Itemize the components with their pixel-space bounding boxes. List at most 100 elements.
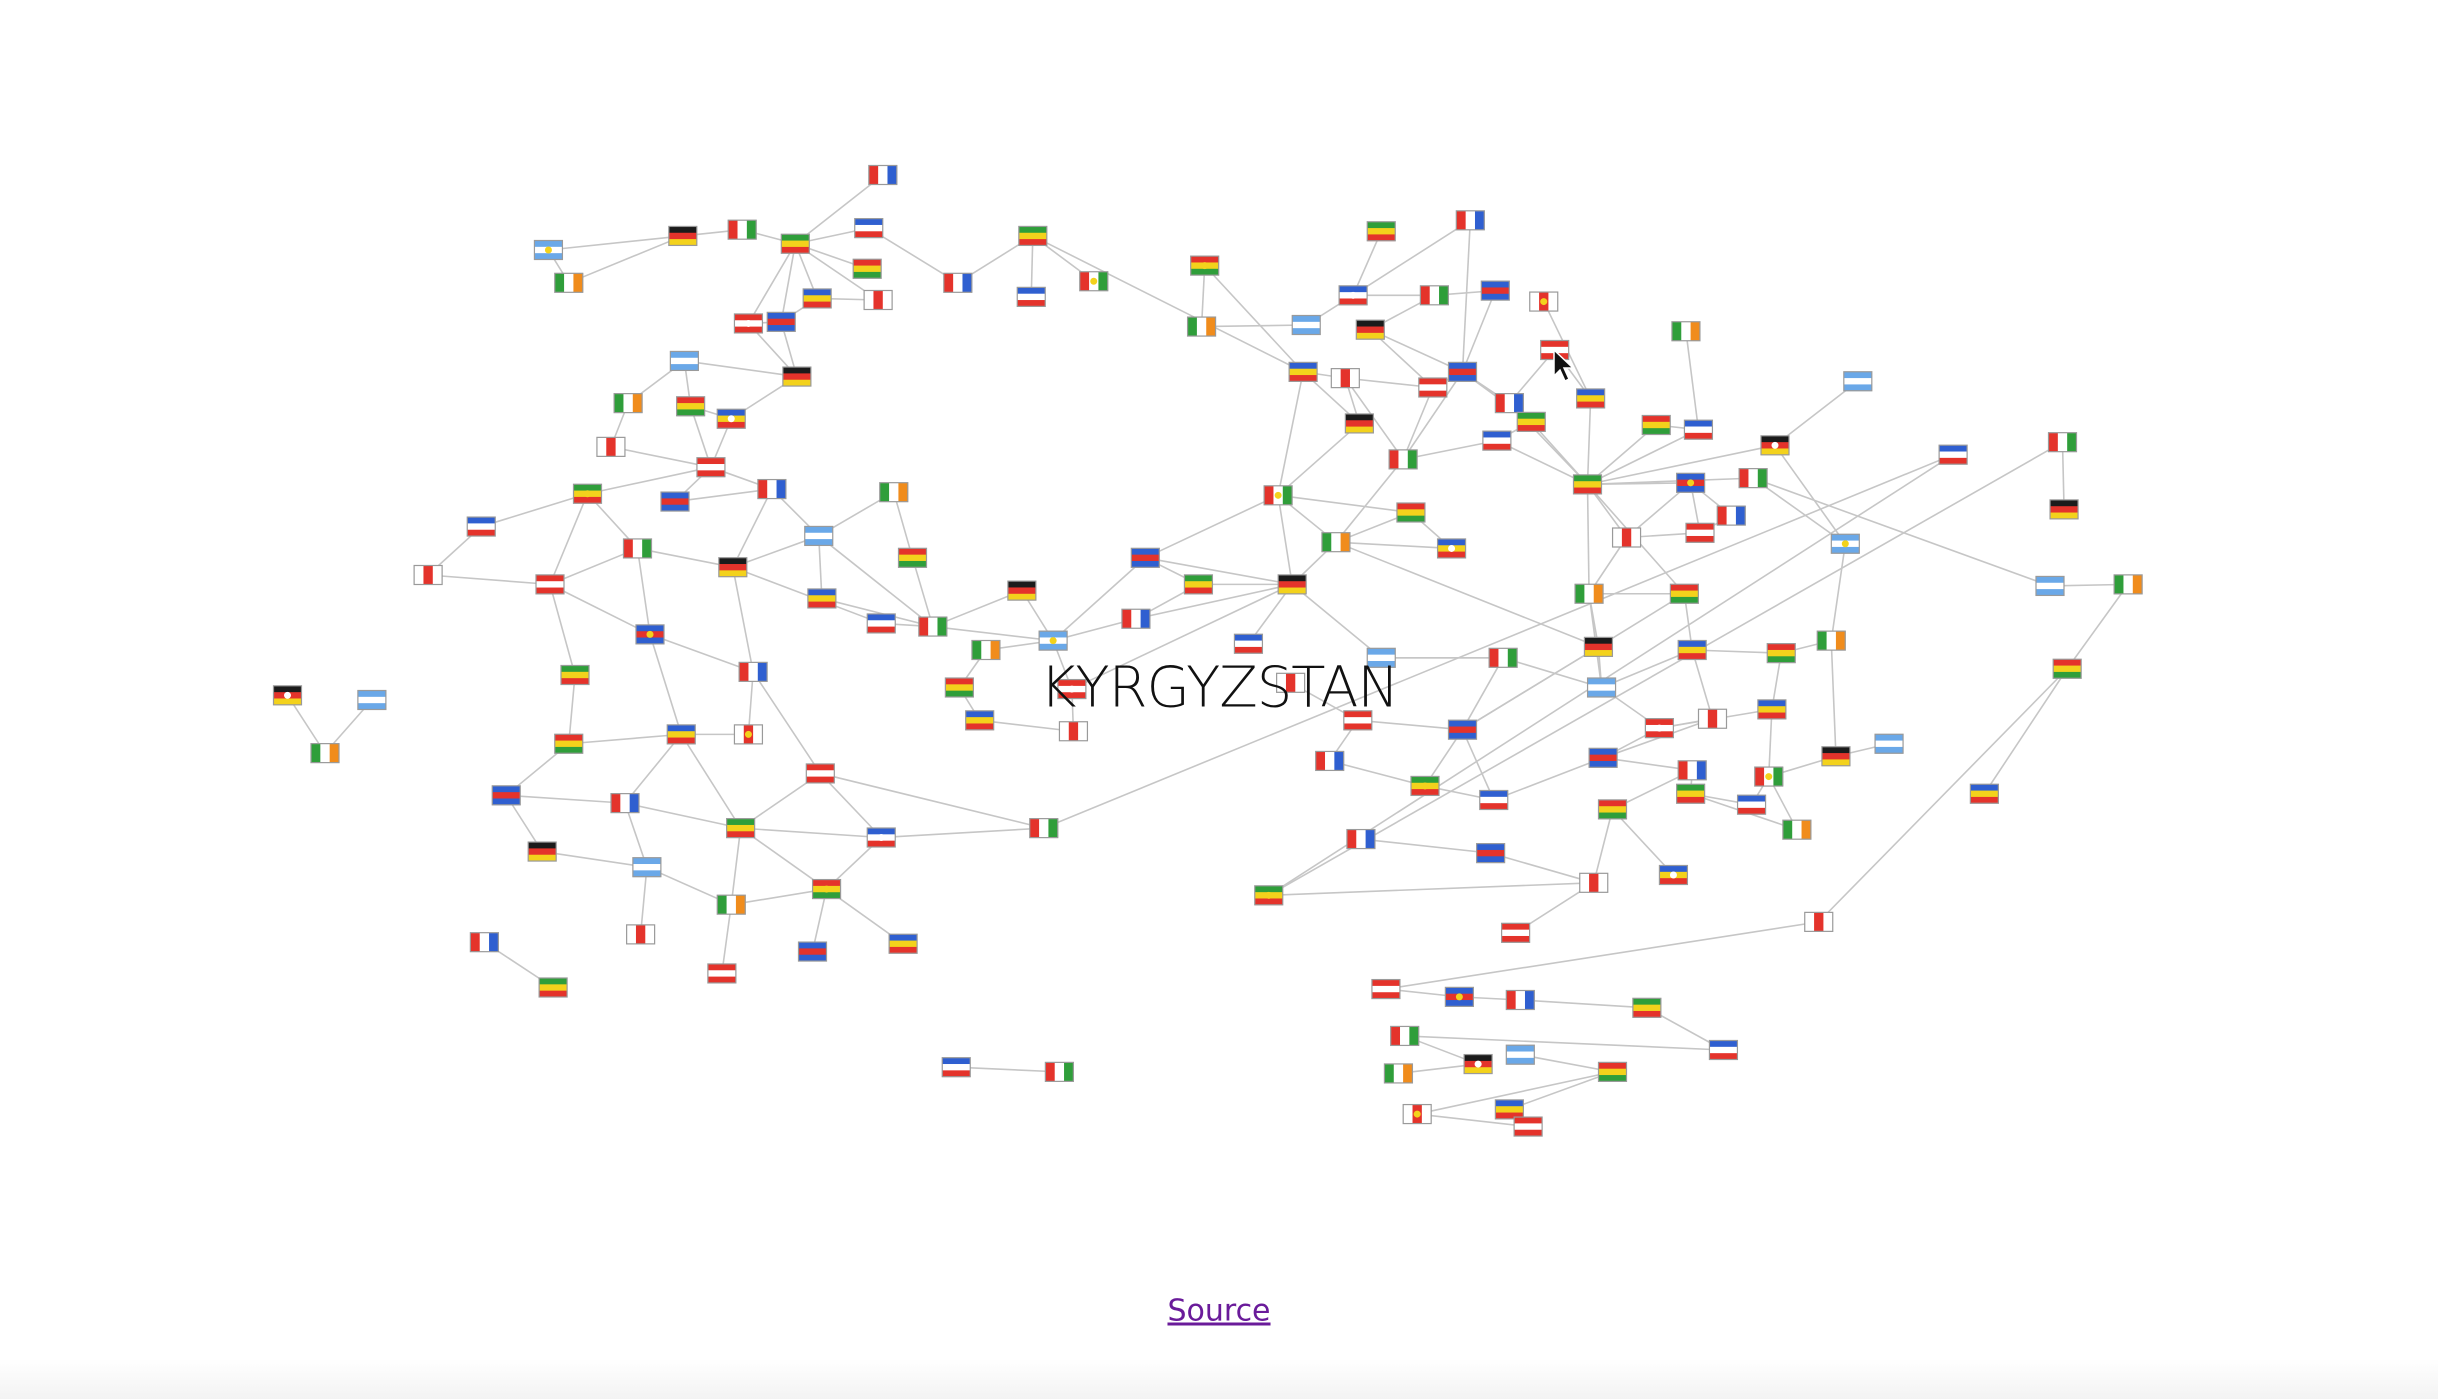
country-flag-node[interactable] xyxy=(1641,414,1671,436)
country-flag-node[interactable] xyxy=(1291,314,1321,336)
country-flag-node[interactable] xyxy=(716,894,746,915)
country-flag-node[interactable] xyxy=(1482,430,1512,451)
country-flag-node[interactable] xyxy=(1366,647,1396,668)
country-flag-node[interactable] xyxy=(1874,733,1904,754)
country-flag-node[interactable] xyxy=(1677,760,1707,781)
country-neighbor-graph[interactable] xyxy=(0,0,2438,1399)
country-flag-node[interactable] xyxy=(2052,658,2082,679)
country-flag-node[interactable] xyxy=(1288,361,1318,382)
country-flag-node[interactable] xyxy=(1821,746,1851,767)
country-flag-node[interactable] xyxy=(613,393,643,414)
country-flag-node[interactable] xyxy=(626,924,656,945)
country-flag-node[interactable] xyxy=(944,677,974,698)
country-flag-node[interactable] xyxy=(1447,719,1478,740)
country-flag-node[interactable] xyxy=(1597,1061,1628,1082)
country-flag-node[interactable] xyxy=(866,613,896,634)
country-flag-node[interactable] xyxy=(811,878,842,900)
country-flag-node[interactable] xyxy=(1190,255,1220,276)
country-flag-node[interactable] xyxy=(1716,505,1746,526)
country-flag-node[interactable] xyxy=(1738,468,1768,489)
country-flag-node[interactable] xyxy=(718,557,748,578)
country-flag-node[interactable] xyxy=(1463,1053,1493,1075)
country-flag-node[interactable] xyxy=(1186,316,1217,337)
country-flag-node[interactable] xyxy=(854,218,884,239)
country-flag-node[interactable] xyxy=(632,857,662,878)
country-flag-node[interactable] xyxy=(668,225,698,247)
country-flag-node[interactable] xyxy=(554,272,584,293)
country-flag-node[interactable] xyxy=(1708,1039,1739,1061)
country-flag-node[interactable] xyxy=(1344,413,1374,434)
country-flag-node[interactable] xyxy=(1480,280,1510,301)
country-flag-node[interactable] xyxy=(1057,678,1087,700)
country-flag-node[interactable] xyxy=(2035,575,2065,597)
country-flag-node[interactable] xyxy=(1121,608,1151,629)
country-flag-node[interactable] xyxy=(491,785,521,806)
country-flag-node[interactable] xyxy=(868,164,898,186)
country-flag-node[interactable] xyxy=(1383,1063,1414,1084)
country-flag-node[interactable] xyxy=(554,733,584,754)
country-flag-node[interactable] xyxy=(1644,718,1674,739)
country-flag-node[interactable] xyxy=(1321,532,1351,553)
country-flag-node[interactable] xyxy=(1754,766,1784,787)
country-flag-node[interactable] xyxy=(1586,677,1617,698)
country-flag-node[interactable] xyxy=(1658,864,1689,886)
country-flag-node[interactable] xyxy=(1330,368,1360,389)
country-flag-node[interactable] xyxy=(1018,225,1048,247)
country-flag-node[interactable] xyxy=(1488,647,1518,668)
country-flag-node[interactable] xyxy=(780,233,810,254)
country-flag-node[interactable] xyxy=(533,239,564,261)
country-flag-node[interactable] xyxy=(1804,911,1834,932)
country-flag-node[interactable] xyxy=(716,408,746,429)
country-flag-node[interactable] xyxy=(797,941,828,962)
country-flag-node[interactable] xyxy=(2113,574,2143,595)
country-flag-node[interactable] xyxy=(1676,783,1706,804)
country-flag-node[interactable] xyxy=(1588,747,1618,768)
country-flag-node[interactable] xyxy=(1760,435,1790,456)
country-flag-node[interactable] xyxy=(766,311,796,332)
country-flag-node[interactable] xyxy=(738,661,768,682)
country-flag-node[interactable] xyxy=(1130,547,1160,568)
country-flag-node[interactable] xyxy=(1685,522,1715,543)
country-flag-node[interactable] xyxy=(1276,672,1306,693)
country-flag-node[interactable] xyxy=(1277,574,1307,595)
country-flag-node[interactable] xyxy=(1315,750,1345,772)
country-flag-node[interactable] xyxy=(272,685,303,706)
country-flag-node[interactable] xyxy=(310,743,340,764)
country-flag-node[interactable] xyxy=(669,350,699,372)
country-flag-node[interactable] xyxy=(469,932,499,953)
country-flag-node[interactable] xyxy=(1505,1044,1535,1065)
country-flag-node[interactable] xyxy=(1029,818,1059,839)
country-flag-node[interactable] xyxy=(1390,1025,1420,1047)
country-flag-node[interactable] xyxy=(1677,639,1707,661)
country-flag-node[interactable] xyxy=(1476,843,1506,864)
country-flag-node[interactable] xyxy=(413,564,443,586)
country-flag-node[interactable] xyxy=(707,963,737,984)
country-flag-node[interactable] xyxy=(666,724,696,745)
country-flag-node[interactable] xyxy=(1782,819,1812,840)
country-flag-node[interactable] xyxy=(1402,1103,1432,1125)
country-flag-node[interactable] xyxy=(1969,783,1999,804)
country-flag-node[interactable] xyxy=(1574,583,1604,604)
country-flag-node[interactable] xyxy=(622,538,653,559)
country-flag-node[interactable] xyxy=(1529,291,1559,312)
country-flag-node[interactable] xyxy=(1419,285,1449,306)
country-flag-node[interactable] xyxy=(1501,922,1531,943)
country-flag-node[interactable] xyxy=(727,219,757,240)
country-flag-node[interactable] xyxy=(1676,472,1706,493)
country-flag-node[interactable] xyxy=(805,763,835,784)
country-flag-node[interactable] xyxy=(1572,474,1603,495)
country-flag-node[interactable] xyxy=(560,664,590,686)
country-flag-node[interactable] xyxy=(535,574,565,595)
country-flag-node[interactable] xyxy=(466,516,496,537)
country-flag-node[interactable] xyxy=(888,933,918,954)
country-flag-node[interactable] xyxy=(1183,574,1214,595)
country-flag-node[interactable] xyxy=(357,689,387,711)
country-flag-node[interactable] xyxy=(1494,393,1524,414)
country-flag-node[interactable] xyxy=(943,272,973,293)
country-flag-node[interactable] xyxy=(610,793,640,814)
country-flag-node[interactable] xyxy=(1669,583,1699,604)
country-flag-node[interactable] xyxy=(1338,285,1368,306)
country-flag-node[interactable] xyxy=(1444,986,1474,1007)
country-flag-node[interactable] xyxy=(1366,221,1396,242)
country-flag-node[interactable] xyxy=(918,616,948,637)
